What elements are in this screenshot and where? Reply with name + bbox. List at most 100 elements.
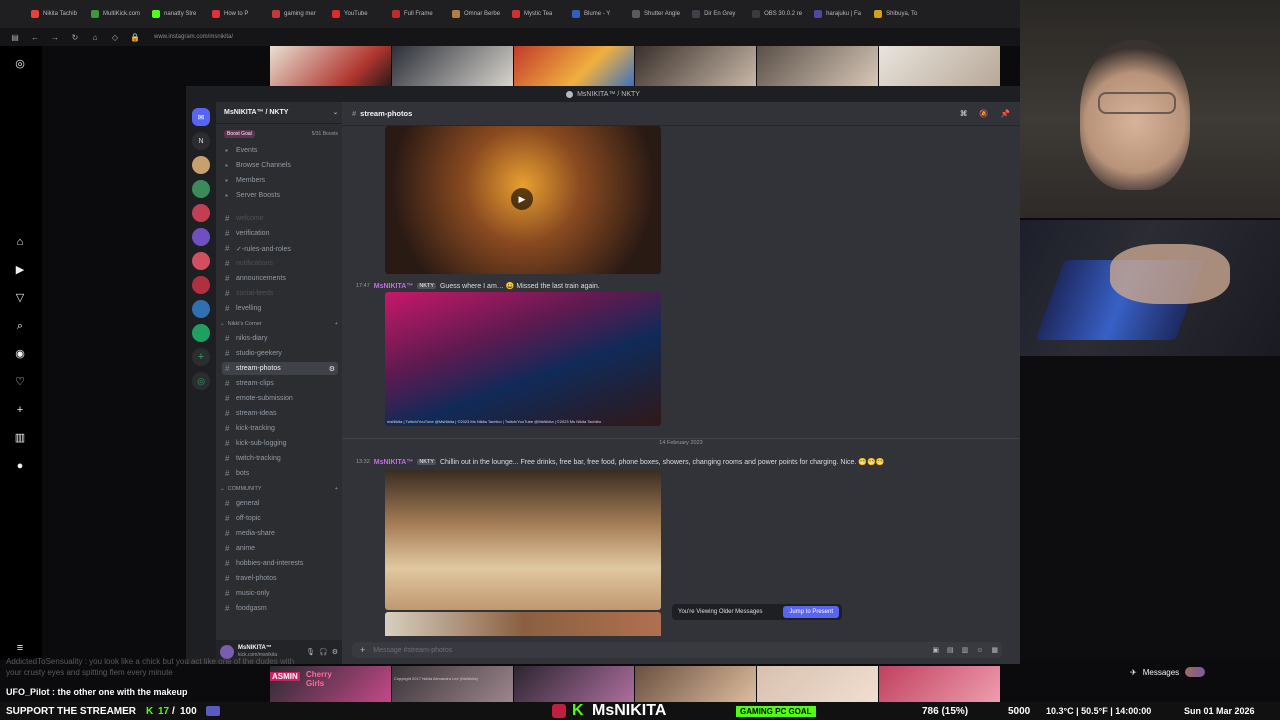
channel-item[interactable]: # music-only bbox=[222, 587, 338, 600]
add-channel-icon[interactable]: + bbox=[335, 321, 338, 327]
channel-item[interactable]: # general bbox=[222, 497, 338, 510]
menu-item[interactable]: ▪ Server Boosts bbox=[222, 189, 338, 202]
channel-item[interactable]: # off-topic bbox=[222, 512, 338, 525]
browser-tab[interactable]: Full Frame bbox=[387, 4, 445, 24]
browser-tab[interactable]: Mystic Tea bbox=[507, 4, 565, 24]
browser-tab[interactable]: Shutter Angle bbox=[627, 4, 685, 24]
more-menu-icon[interactable]: ≡ bbox=[12, 640, 28, 656]
browser-tab[interactable]: Nikita Tachib bbox=[26, 4, 84, 24]
server-icon[interactable] bbox=[192, 324, 210, 342]
server-icon[interactable] bbox=[192, 180, 210, 198]
jump-to-present-button[interactable]: Jump to Present bbox=[783, 606, 839, 618]
channel-item[interactable]: # kick-sub-logging bbox=[222, 437, 338, 450]
channel-item[interactable]: # travel-photos bbox=[222, 572, 338, 585]
browser-tab[interactable]: harajuku | Fa bbox=[809, 4, 867, 24]
play-icon[interactable]: ▶ bbox=[511, 188, 533, 210]
threads-icon[interactable]: ⌘ bbox=[960, 109, 968, 118]
photo-thumbnail[interactable] bbox=[270, 46, 391, 86]
channel-category[interactable]: ⌄ Nikki's Corner + bbox=[220, 319, 338, 329]
server-icon[interactable] bbox=[192, 204, 210, 222]
photo-thumbnail[interactable]: Copyright 2017 Nikita Alexandra Lee (MsN… bbox=[391, 666, 513, 706]
channel-item[interactable]: # twitch-tracking bbox=[222, 452, 338, 465]
channel-item[interactable]: # anime bbox=[222, 542, 338, 555]
chevron-down-icon[interactable]: ⌄ bbox=[333, 109, 338, 116]
gear-icon[interactable]: ⚙ bbox=[332, 648, 338, 656]
photo-thumbnail[interactable] bbox=[513, 666, 635, 706]
channel-item[interactable]: # stream-ideas bbox=[222, 407, 338, 420]
url-field[interactable]: www.instagram.com/msnikita/ bbox=[154, 34, 233, 40]
instagram-logo-icon[interactable]: ◎ bbox=[12, 56, 28, 72]
photo-thumbnail[interactable] bbox=[757, 666, 879, 706]
server-icon[interactable] bbox=[192, 252, 210, 270]
channel-item[interactable]: # stream-clips bbox=[222, 377, 338, 390]
dashboard-icon[interactable]: ▥ bbox=[12, 430, 28, 446]
channel-item[interactable]: # hobbies-and-interests bbox=[222, 557, 338, 570]
home-icon[interactable]: ⌂ bbox=[12, 234, 28, 250]
menu-item[interactable]: ▪ Members bbox=[222, 174, 338, 187]
browser-tab[interactable]: Blume - Y bbox=[567, 4, 625, 24]
emoji-icon[interactable]: ☺ bbox=[976, 647, 983, 654]
channel-settings-icon[interactable]: ⚙ bbox=[329, 365, 335, 373]
mute-bell-icon[interactable]: 🔕 bbox=[979, 109, 988, 118]
photo-thumbnail[interactable] bbox=[879, 46, 1000, 86]
channel-category[interactable]: ⌄ COMMUNITY + bbox=[220, 484, 338, 494]
profile-avatar-icon[interactable]: ● bbox=[12, 458, 28, 474]
browser-tab[interactable]: nanatty Stre bbox=[147, 4, 205, 24]
photo-thumbnail[interactable] bbox=[757, 46, 879, 86]
add-attachment-icon[interactable]: + bbox=[360, 645, 365, 655]
channel-item[interactable]: # announcements bbox=[222, 272, 338, 285]
explore-servers-icon[interactable]: ◎ bbox=[192, 372, 210, 390]
channel-item[interactable]: # kick-tracking bbox=[222, 422, 338, 435]
add-server-icon[interactable]: + bbox=[192, 348, 210, 366]
apps-icon[interactable]: ▦ bbox=[991, 646, 998, 654]
sticker-icon[interactable]: ▥ bbox=[962, 646, 969, 654]
bar-interior-photo[interactable]: msNikita | Twitch/YouTube @MsNikita | ©2… bbox=[385, 292, 661, 426]
create-icon[interactable]: + bbox=[12, 402, 28, 418]
add-channel-icon[interactable]: + bbox=[335, 486, 338, 492]
discord-home-icon[interactable]: ✉ bbox=[192, 108, 210, 126]
photo-thumbnail[interactable] bbox=[513, 46, 635, 86]
server-icon[interactable] bbox=[192, 300, 210, 318]
browser-tab[interactable]: Dir En Grey bbox=[687, 4, 745, 24]
bar-cheers-video[interactable]: ▶ bbox=[385, 126, 661, 274]
browser-tab[interactable]: gaming mer bbox=[267, 4, 325, 24]
channel-item[interactable]: # notifications bbox=[222, 257, 338, 270]
server-icon[interactable] bbox=[192, 228, 210, 246]
channel-item[interactable]: # nikis-diary bbox=[222, 332, 338, 345]
home-icon[interactable]: ⌂ bbox=[90, 33, 100, 42]
channel-item[interactable]: # stream-photos ⚙ bbox=[222, 362, 338, 375]
gif-icon[interactable]: ▤ bbox=[947, 646, 954, 654]
menu-item[interactable]: ▪ Browse Channels bbox=[222, 159, 338, 172]
server-icon-nikita[interactable]: N bbox=[192, 132, 210, 150]
channel-item[interactable]: # levelling bbox=[222, 302, 338, 315]
channel-item[interactable]: # ✓-rules-and-roles bbox=[222, 242, 338, 255]
message-author[interactable]: MsNIKITA™ bbox=[374, 459, 414, 466]
channel-item[interactable]: # studio-geekery bbox=[222, 347, 338, 360]
channel-item[interactable]: # bots bbox=[222, 467, 338, 480]
channel-item[interactable]: # emote-submission bbox=[222, 392, 338, 405]
reels-icon[interactable]: ▶ bbox=[12, 262, 28, 278]
back-icon[interactable]: ← bbox=[30, 33, 40, 42]
forward-icon[interactable]: → bbox=[50, 33, 60, 42]
channel-item[interactable]: # verification bbox=[222, 227, 338, 240]
message-composer[interactable]: + Message #stream-photos ▣ ▤ ▥ ☺ ▦ bbox=[352, 642, 1002, 658]
pin-icon[interactable]: 📌 bbox=[1001, 109, 1010, 118]
search-icon[interactable]: ⌕ bbox=[12, 318, 28, 334]
channel-item[interactable]: # media-share bbox=[222, 527, 338, 540]
browser-tab[interactable]: MultiKick.com bbox=[86, 4, 145, 24]
lounge-photo[interactable] bbox=[385, 470, 661, 610]
browser-tab[interactable]: OBS 30.0.2 re bbox=[747, 4, 807, 24]
photo-thumbnail[interactable] bbox=[635, 666, 757, 706]
lounge-photo-2[interactable] bbox=[385, 612, 661, 636]
server-icon[interactable] bbox=[192, 156, 210, 174]
channel-item[interactable]: # social-feeds bbox=[222, 287, 338, 300]
reload-icon[interactable]: ↻ bbox=[70, 33, 80, 42]
photo-thumbnail[interactable] bbox=[879, 666, 1000, 706]
browser-tab[interactable]: YouTube bbox=[327, 4, 385, 24]
browser-tab[interactable]: How to P bbox=[207, 4, 265, 24]
direct-icon[interactable]: ▽ bbox=[12, 290, 28, 306]
notifications-heart-icon[interactable]: ♡ bbox=[12, 374, 28, 390]
message-author[interactable]: MsNIKITA™ bbox=[374, 283, 414, 290]
server-header[interactable]: MsNIKITA™ / NKTY ⌄ bbox=[216, 102, 342, 124]
message-input[interactable]: Message #stream-photos bbox=[373, 647, 452, 654]
